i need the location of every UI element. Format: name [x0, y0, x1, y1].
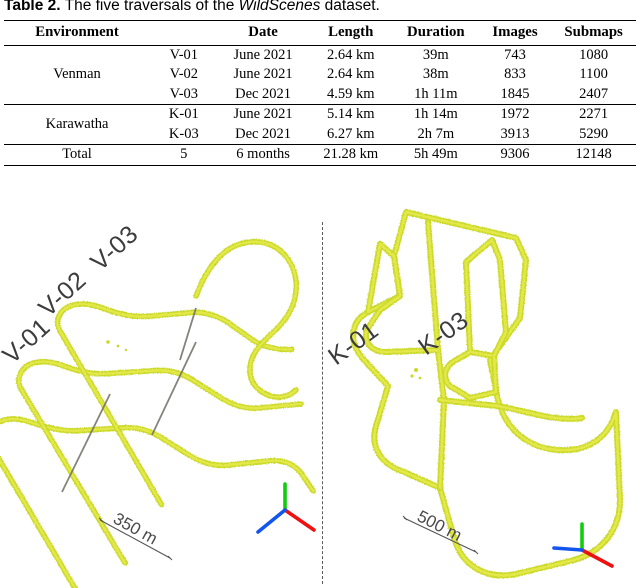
cell-environment-karawatha: Karawatha — [4, 104, 151, 145]
scale-bar-tick-end — [167, 555, 173, 561]
cell-duration: 1h 11m — [414, 85, 458, 102]
cell-traversal: V-02 — [169, 66, 199, 82]
axis-z-icon — [552, 546, 584, 552]
link-2 — [151, 341, 197, 436]
table-caption: Table 2. The five traversals of the Wild… — [4, 0, 640, 15]
cell-duration: 38m — [422, 66, 449, 82]
cell-total-length: 21.28 km — [308, 144, 393, 165]
label-v03: V-03 — [85, 220, 143, 277]
scale-bar-label: 350 m — [110, 509, 161, 549]
cell-date: Dec 2021 — [235, 125, 292, 142]
scale-bar-label: 500 m — [414, 507, 465, 545]
table-bottom-rule-row — [4, 164, 636, 166]
venman-axis-gizmo — [256, 482, 316, 534]
cell-images: 3913 — [500, 125, 530, 142]
axis-x-icon — [283, 508, 316, 532]
column-header-environment: Environment — [4, 20, 151, 45]
traversals-table: Environment Date Length Duration Images … — [4, 20, 636, 166]
venman-cross-links — [61, 307, 197, 493]
column-header-submaps: Submaps — [551, 20, 636, 45]
cell-total-date: 6 months — [217, 144, 309, 165]
cell-images: 833 — [504, 66, 526, 82]
cell-date: June 2021 — [233, 66, 293, 82]
cell-duration: 2h 7m — [417, 125, 455, 142]
scale-bar-tick-start — [402, 515, 408, 521]
column-header-duration: Duration — [392, 20, 479, 45]
figure-page: Table 2. The five traversals of the Wild… — [0, 0, 640, 588]
table-row: Venman V-01 June 2021 2.64 km 39m 743 10… — [4, 44, 636, 105]
cell-length: 4.59 km — [326, 85, 375, 102]
cell-submaps: 5290 — [579, 125, 609, 142]
cell-images: 743 — [478, 44, 552, 65]
venman-stray-points — [106, 340, 128, 352]
scale-bar-tick-end — [473, 549, 479, 555]
trajectory-figure: V-01 V-02 V-03 350 m K-01 K-03 500 m — [0, 200, 640, 588]
cell-total-traversals: 5 — [150, 144, 218, 165]
cell-traversal: K-01 — [150, 104, 218, 125]
column-header-traversal — [150, 20, 218, 45]
karawatha-scale-bar: 500 m — [402, 507, 479, 555]
cell-traversal: K-03 — [168, 125, 199, 142]
venman-trajectories — [0, 239, 316, 588]
venman-map-svg: V-01 V-02 V-03 350 m — [0, 220, 316, 588]
cell-length: 2.64 km — [308, 44, 393, 65]
cell-length: 6.27 km — [326, 125, 375, 142]
cell-duration: 1h 14m — [392, 104, 479, 125]
caption-dataset-name: WildScenes — [238, 0, 321, 14]
cell-submaps: 2271 — [551, 104, 636, 125]
link-1 — [61, 393, 111, 493]
caption-label: Table 2. — [4, 0, 61, 14]
karawatha-stray-points — [410, 368, 422, 380]
venman-panel: V-01 V-02 V-03 350 m — [0, 200, 320, 588]
caption-text-after: dataset. — [324, 0, 380, 14]
cell-total-submaps: 12148 — [551, 144, 636, 165]
cell-date: June 2021 — [217, 44, 309, 65]
table-row: Karawatha K-01 June 2021 5.14 km 1h 14m … — [4, 104, 636, 145]
cell-environment-venman: Venman — [4, 44, 151, 105]
cell-submaps: 1100 — [579, 66, 608, 82]
karawatha-map-svg: K-01 K-03 500 m — [323, 209, 623, 579]
cell-images: 1845 — [500, 85, 530, 102]
cell-date: Dec 2021 — [235, 85, 292, 102]
cell-length: 5.14 km — [308, 104, 393, 125]
karawatha-trajectories — [350, 209, 623, 579]
v03-path — [56, 302, 294, 506]
v03-lobe — [194, 240, 298, 399]
table-total-row: Total 5 6 months 21.28 km 5h 49m 9306 12… — [4, 144, 636, 165]
v03-path-glow — [54, 301, 295, 508]
cell-traversal: V-03 — [169, 85, 199, 102]
cell-date: June 2021 — [217, 104, 309, 125]
column-header-length: Length — [308, 20, 393, 45]
cell-submaps: 2407 — [579, 85, 609, 102]
caption-text-before: The five traversals of the — [64, 0, 235, 14]
cell-submaps: 1080 — [551, 44, 636, 65]
cell-traversal: V-01 — [150, 44, 218, 65]
column-header-date: Date — [217, 20, 309, 45]
cell-total-label: Total — [4, 144, 151, 165]
traversals-table-wrapper: Environment Date Length Duration Images … — [4, 20, 636, 166]
cell-length: 2.64 km — [326, 66, 375, 82]
karawatha-panel: K-01 K-03 500 m — [320, 200, 640, 588]
axis-z-icon — [256, 508, 287, 534]
cell-duration: 39m — [392, 44, 479, 65]
column-header-images: Images — [478, 20, 552, 45]
cell-total-duration: 5h 49m — [392, 144, 479, 165]
table-header-row: Environment Date Length Duration Images … — [4, 20, 636, 45]
table-bottom-rule — [4, 164, 636, 166]
cell-images: 1972 — [478, 104, 552, 125]
cell-total-images: 9306 — [478, 144, 552, 165]
